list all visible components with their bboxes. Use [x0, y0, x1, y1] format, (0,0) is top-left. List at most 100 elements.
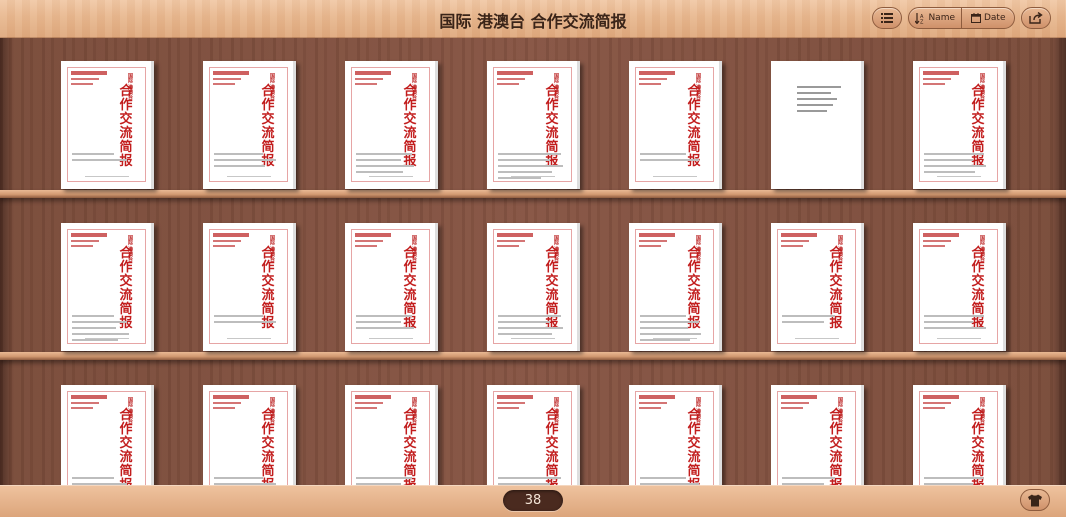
masthead-mark	[213, 240, 241, 242]
contents-line	[498, 321, 550, 323]
masthead-mark	[781, 233, 817, 237]
masthead-mark	[213, 402, 241, 404]
masthead-mark	[355, 83, 377, 85]
contents-line	[72, 339, 118, 341]
masthead-mark	[639, 83, 661, 85]
book-cover[interactable]: 国际 港澳台合作交流简报	[345, 223, 438, 351]
masthead-mark	[923, 245, 945, 247]
contents-line	[214, 315, 263, 317]
masthead-mark	[781, 240, 809, 242]
masthead-mark	[923, 402, 951, 404]
cover-title: 合作交流简报	[119, 246, 133, 331]
share-icon	[1029, 12, 1043, 24]
masthead-mark	[355, 402, 383, 404]
contents-line	[640, 315, 686, 317]
sort-date-label: Date	[983, 13, 1006, 23]
masthead-mark	[355, 245, 377, 247]
contents-line	[498, 171, 552, 173]
contents-line	[72, 327, 116, 329]
masthead-mark	[639, 402, 667, 404]
share-button[interactable]	[1021, 7, 1051, 29]
masthead-mark	[781, 245, 803, 247]
contents-line	[498, 165, 563, 167]
cover-title: 合作交流简报	[403, 84, 417, 169]
contents-line	[498, 327, 563, 329]
cover-title: 合作交流简报	[829, 408, 843, 493]
cover-footer-line	[369, 176, 413, 177]
cover-footer-line	[937, 176, 981, 177]
contents-line	[72, 159, 127, 161]
contents-line	[924, 321, 973, 323]
masthead-mark	[213, 71, 249, 75]
cover-title: 合作交流简报	[829, 246, 843, 331]
masthead-mark	[781, 407, 803, 409]
contents-line	[782, 315, 835, 317]
masthead-mark	[639, 78, 667, 80]
masthead-mark	[781, 402, 809, 404]
contents-line	[72, 333, 129, 335]
bookshelf: 国际 港澳台 合作交流简报 国际 港澳台 合作交流简报 国际 港澳台 合作交流简报 国际 港…	[0, 38, 1066, 513]
masthead-mark	[71, 245, 93, 247]
text-line	[797, 98, 837, 100]
contents-line	[924, 165, 986, 167]
masthead-mark	[639, 233, 675, 237]
masthead-mark	[639, 407, 661, 409]
list-view-button[interactable]	[872, 7, 902, 29]
text-line	[797, 86, 841, 88]
book-cover[interactable]: 国际 港澳台合作交流简报	[487, 61, 580, 189]
masthead-mark	[639, 71, 675, 75]
contents-line	[640, 327, 688, 329]
contents-line	[356, 153, 412, 155]
masthead-mark	[639, 240, 667, 242]
masthead-mark	[639, 245, 661, 247]
page-title: 国际 港澳台 合作交流简报	[439, 12, 627, 31]
book-cover[interactable]: 国际 港澳台合作交流简报	[61, 223, 154, 351]
shelf-ledge	[0, 190, 1066, 198]
contents-line	[640, 159, 699, 161]
masthead-mark	[355, 71, 391, 75]
contents-line	[72, 153, 114, 155]
masthead-mark	[923, 83, 945, 85]
book-cover[interactable]: 国际 港澳台合作交流简报	[629, 61, 722, 189]
masthead-mark	[213, 245, 235, 247]
masthead-mark	[213, 78, 241, 80]
masthead-mark	[213, 83, 235, 85]
masthead-mark	[923, 240, 951, 242]
text-line	[797, 92, 831, 94]
masthead-mark	[781, 395, 817, 399]
contents-line	[640, 477, 686, 479]
cover-title: 合作交流简报	[687, 408, 701, 493]
contents-line	[498, 177, 541, 179]
masthead-mark	[71, 71, 107, 75]
book-cover[interactable]: 国际 港澳台合作交流简报	[487, 223, 580, 351]
masthead-mark	[71, 233, 107, 237]
cover-title: 合作交流简报	[545, 84, 559, 169]
sort-by-date-button[interactable]: Date	[962, 8, 1014, 28]
cover-title: 合作交流简报	[119, 408, 133, 493]
masthead-mark	[213, 233, 249, 237]
contents-line	[356, 171, 403, 173]
contents-line	[356, 159, 401, 161]
sort-by-name-button[interactable]: A Z Name	[909, 8, 963, 28]
book-cover[interactable]: 国际 港澳台合作交流简报	[913, 223, 1006, 351]
cover-title: 合作交流简报	[403, 408, 417, 493]
contents-line	[214, 153, 263, 155]
book-cover[interactable]: 国际 港澳台合作交流简报	[203, 61, 296, 189]
masthead-mark	[355, 233, 391, 237]
contents-line	[924, 315, 984, 317]
masthead-mark	[497, 83, 519, 85]
book-cover[interactable]: 国际 港澳台合作交流简报	[345, 61, 438, 189]
cover-footer-line	[85, 338, 129, 339]
sort-name-label: Name	[928, 13, 956, 23]
contents-line	[782, 477, 835, 479]
book-cover[interactable]: 国际 港澳台合作交流简报	[771, 223, 864, 351]
book-cover[interactable]: 国际 港澳台合作交流简报	[61, 61, 154, 189]
contents-line	[72, 315, 114, 317]
cover-footer-line	[511, 176, 555, 177]
masthead-mark	[355, 407, 377, 409]
book-cover[interactable]: 国际 港澳台合作交流简报	[203, 223, 296, 351]
theme-button[interactable]	[1020, 489, 1050, 511]
book-cover[interactable]: 国际 港澳台合作交流简报	[913, 61, 1006, 189]
book-cover[interactable]	[771, 61, 864, 189]
book-cover[interactable]: 国际 港澳台合作交流简报	[629, 223, 722, 351]
